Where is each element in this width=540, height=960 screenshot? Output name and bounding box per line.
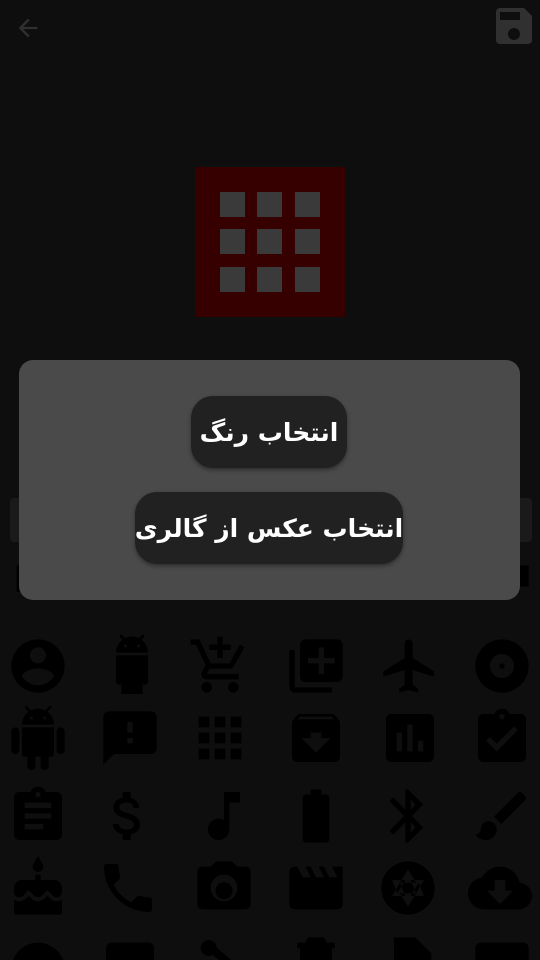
choose-color-button[interactable]: انتخاب رنگ (191, 396, 347, 468)
icon-editor-screen: انتخاب رنگ انتخاب عکس از گالری (0, 0, 540, 960)
choose-from-gallery-button[interactable]: انتخاب عکس از گالری (135, 492, 403, 564)
image-source-dialog: انتخاب رنگ انتخاب عکس از گالری (19, 360, 520, 600)
